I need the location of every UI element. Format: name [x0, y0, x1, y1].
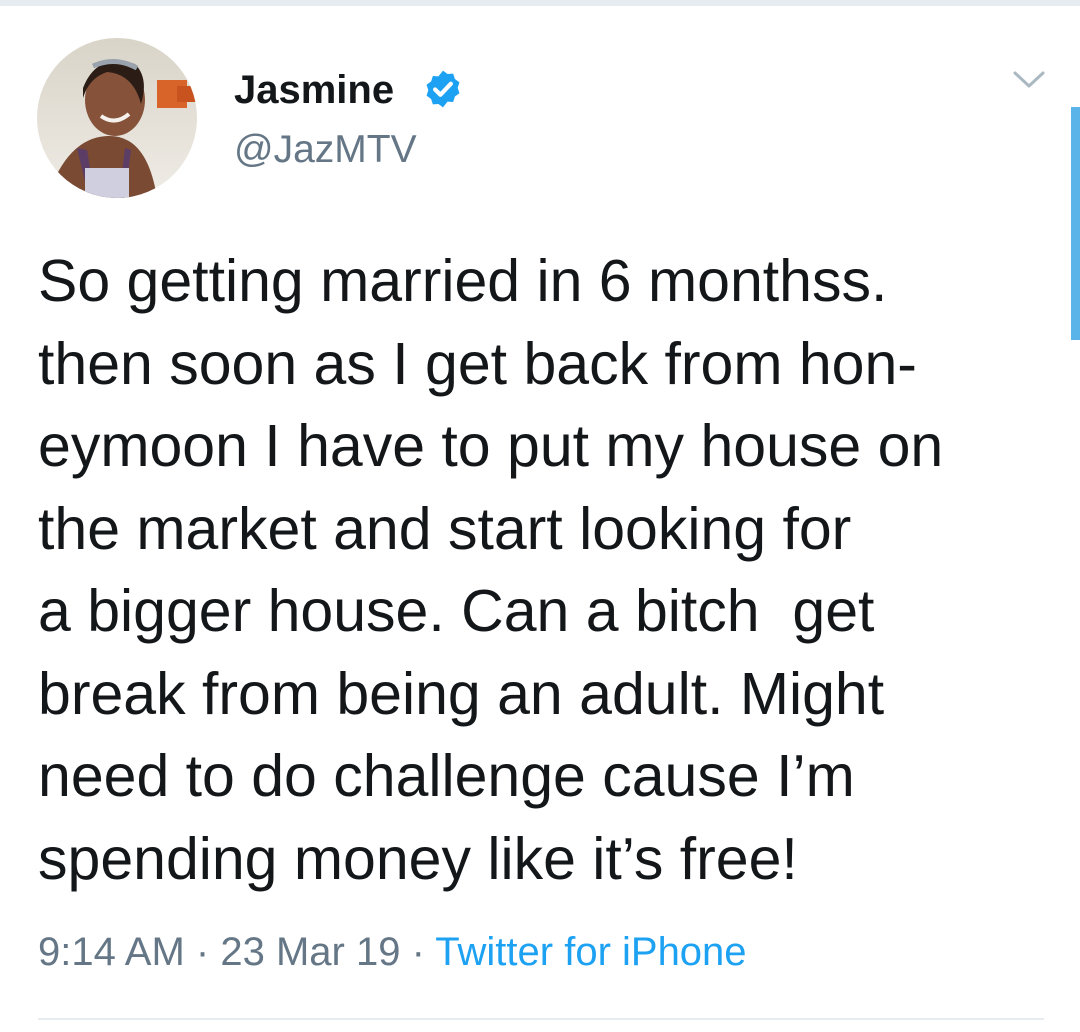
- bottom-divider: [38, 1018, 1044, 1020]
- meta-separator: ·: [195, 930, 210, 974]
- avatar[interactable]: [37, 38, 197, 198]
- scrollbar[interactable]: [1071, 107, 1080, 340]
- tweet-text-line: need to do challenge cause I’m: [38, 743, 855, 809]
- tweet-text-line: then soon as I get back from hon-: [38, 330, 917, 397]
- tweet-text-line: the market and start looking for: [38, 495, 852, 562]
- tweet-detail-view: Jasmine @JazMTV So getting married in 6 …: [0, 0, 1080, 1032]
- tweet-metadata: 9:14 AM · 23 Mar 19 · Twitter for iPhone: [38, 926, 747, 978]
- tweet-text-line: spending money like it’s free!: [38, 825, 798, 892]
- tweet-text-line: break from being an adult. Might: [38, 660, 885, 727]
- chevron-down-icon[interactable]: [1012, 68, 1046, 92]
- tweet-date: 23 Mar 19: [220, 930, 401, 974]
- verified-badge-icon: [426, 70, 460, 108]
- tweet-text-line: a bigger house. Can a bitch get: [38, 578, 875, 644]
- tweet-text-line: eymoon I have to put my house on: [38, 413, 944, 479]
- author-handle[interactable]: @JazMTV: [234, 126, 417, 174]
- tweet-source-link[interactable]: Twitter for iPhone: [435, 930, 746, 974]
- meta-separator: ·: [411, 930, 425, 974]
- top-divider: [0, 0, 1080, 6]
- author-display-name[interactable]: Jasmine: [234, 66, 394, 114]
- tweet-text: So getting married in 6 monthss. then so…: [38, 240, 1048, 900]
- tweet-time: 9:14 AM: [38, 930, 185, 974]
- avatar-photo: [37, 38, 197, 198]
- tweet-text-line: So getting married in 6 monthss.: [38, 248, 888, 314]
